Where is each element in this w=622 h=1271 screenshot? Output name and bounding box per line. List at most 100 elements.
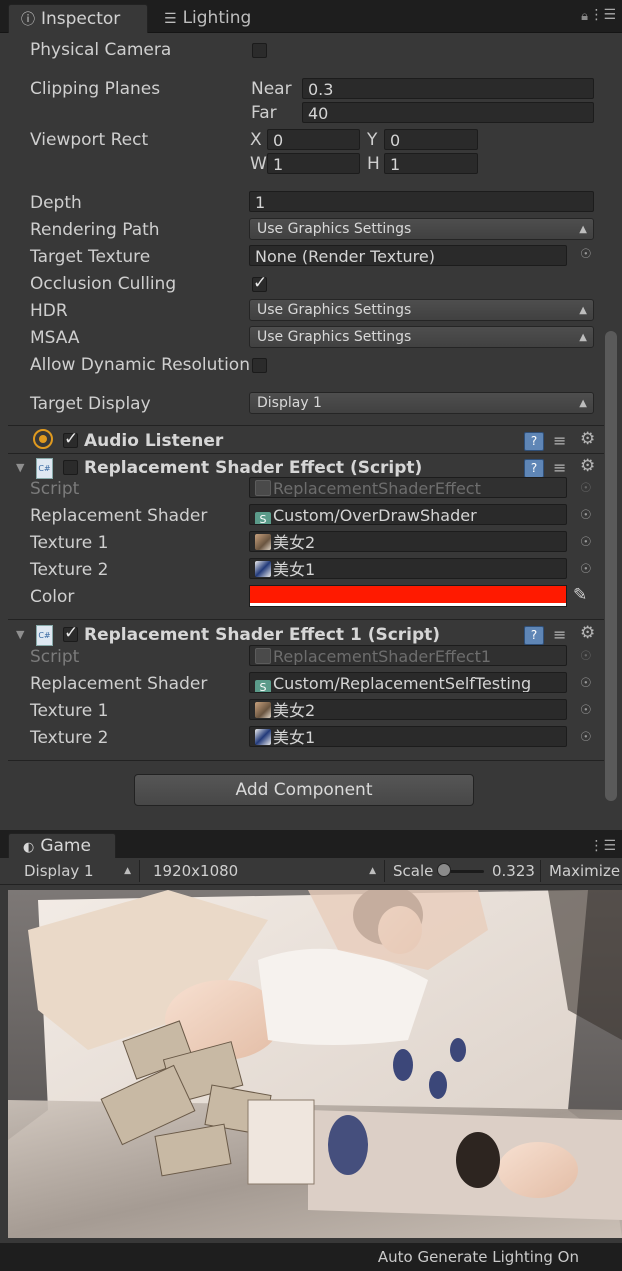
near-label: Near [251,79,292,99]
object-picker-icon[interactable]: ☉ [580,508,592,523]
physical-camera-label: Physical Camera [30,40,172,60]
viewport-w-field[interactable]: 1 [267,153,360,174]
inspector-panel: Physical Camera Clipping Planes Near 0.3… [0,33,622,828]
component2-script-value: ReplacementShaderEffect1 [273,647,492,666]
rendering-path-dropdown[interactable]: Use Graphics Settings ▲ [249,218,594,240]
rendering-path-label: Rendering Path [30,220,160,240]
target-display-dropdown[interactable]: Display 1 ▲ [249,392,594,414]
component1-tex1-field[interactable]: 美女2 [249,531,567,552]
scale-slider-handle[interactable] [437,863,451,877]
scale-label: Scale [393,862,434,880]
msaa-dropdown[interactable]: Use Graphics Settings ▲ [249,326,594,348]
tab-lighting[interactable]: ☰ Lighting [152,4,272,32]
allow-dynamic-resolution-label: Allow Dynamic Resolution [30,355,250,375]
tab-game[interactable]: ◐ Game [8,833,116,859]
panel-menu-icon[interactable]: ⋮☰ [589,838,616,854]
component2-tex1-label: Texture 1 [30,701,109,721]
divider [8,453,604,454]
script-file-icon [255,480,271,496]
color-swatch[interactable] [249,585,567,607]
object-picker-icon[interactable]: ☉ [580,676,592,691]
object-picker-icon[interactable]: ☉ [580,730,592,745]
far-field[interactable]: 40 [302,102,594,123]
gear-icon[interactable]: ⚙︎ [580,623,595,643]
preset-icon[interactable]: ≡ [553,458,566,477]
game-viewport[interactable] [8,890,622,1238]
viewport-x-field[interactable]: 0 [267,129,360,150]
audio-listener-enabled-checkbox[interactable] [63,429,78,449]
display-dropdown[interactable]: Display 1 ▲ [16,860,140,882]
depth-field[interactable]: 1 [249,191,594,212]
component2-shader-field[interactable]: S Custom/ReplacementSelfTesting [249,672,567,693]
component2-enabled-checkbox[interactable] [63,623,78,643]
component2-shader-label: Replacement Shader [30,674,208,694]
help-icon[interactable]: ? [524,459,544,478]
allow-dynamic-resolution-checkbox[interactable] [252,358,267,373]
help-icon[interactable]: ? [524,432,544,451]
scrollbar-thumb[interactable] [605,331,617,801]
help-icon[interactable]: ? [524,626,544,645]
object-picker-icon[interactable]: ☉ [580,703,592,718]
preset-icon[interactable]: ≡ [553,625,566,644]
component2-shader-value: Custom/ReplacementSelfTesting [273,674,532,693]
dropdown-arrow-icon: ▲ [579,332,587,343]
scale-value: 0.323 [492,862,535,880]
component1-enabled-checkbox[interactable] [63,460,78,475]
panel-menu-icon[interactable]: ⋮☰ [589,7,616,23]
component2-tex1-value: 美女2 [273,701,316,720]
hdr-dropdown[interactable]: Use Graphics Settings ▲ [249,299,594,321]
component1-tex2-value: 美女1 [273,560,316,579]
lock-icon[interactable]: 🔒︎ [581,9,588,24]
preset-icon[interactable]: ≡ [553,431,566,450]
object-picker-icon[interactable]: ☉ [580,535,592,550]
gear-icon[interactable]: ⚙︎ [580,456,595,476]
component1-shader-field[interactable]: S Custom/OverDrawShader [249,504,567,525]
divider [8,425,604,426]
texture-thumbnail-icon [255,561,271,577]
object-picker-icon: ☉ [580,649,592,664]
tab-game-label: Game [40,836,91,856]
csharp-script-icon: C# [36,458,53,479]
component1-tex2-label: Texture 2 [30,560,109,580]
tab-inspector[interactable]: ⓘ Inspector [8,4,148,33]
dropdown-arrow-icon: ▲ [579,224,587,235]
foldout-arrow-icon[interactable]: ▼ [16,461,24,474]
target-texture-field[interactable]: None (Render Texture) [249,245,567,266]
maximize-on-play-button[interactable]: Maximize O [540,860,622,882]
resolution-dropdown[interactable]: 1920x1080 ▲ [145,860,385,882]
object-picker-icon[interactable]: ☉ [580,562,592,577]
viewport-h-label: H [367,154,380,174]
physical-camera-checkbox[interactable] [252,43,267,58]
game-controller-icon: ◐ [23,840,35,855]
near-field[interactable]: 0.3 [302,78,594,99]
occlusion-culling-checkbox[interactable] [252,273,267,293]
status-text: Auto Generate Lighting On [377,1248,579,1266]
component1-script-label: Script [30,479,80,499]
viewport-y-field[interactable]: 0 [384,129,478,150]
depth-label: Depth [30,193,82,213]
object-picker-icon[interactable]: ☉ [580,247,592,262]
inspector-tab-bar: ⓘ Inspector ☰ Lighting 🔒︎ ⋮☰ [0,0,622,33]
audio-listener-title: Audio Listener [84,431,224,451]
texture-thumbnail-icon [255,702,271,718]
gear-icon[interactable]: ⚙︎ [580,429,595,449]
audio-listener-header[interactable]: Audio Listener ? ≡ ⚙︎ [8,429,604,455]
dropdown-arrow-icon: ▲ [369,866,376,876]
component2-tex2-label: Texture 2 [30,728,109,748]
viewport-rect-label: Viewport Rect [30,130,149,150]
component2-script-field: ReplacementShaderEffect1 [249,645,567,666]
component1-title: Replacement Shader Effect (Script) [84,458,423,478]
viewport-w-label: W [250,154,267,174]
component1-tex2-field[interactable]: 美女1 [249,558,567,579]
viewport-h-field[interactable]: 1 [384,153,478,174]
status-bar: Auto Generate Lighting On [0,1243,622,1271]
display-value: Display 1 [24,862,94,880]
occlusion-culling-label: Occlusion Culling [30,274,177,294]
eyedropper-icon[interactable]: ✎ [573,585,587,605]
component2-tex1-field[interactable]: 美女2 [249,699,567,720]
object-picker-icon: ☉ [580,481,592,496]
add-component-button[interactable]: Add Component [134,774,474,806]
foldout-arrow-icon[interactable]: ▼ [16,628,24,641]
script-file-icon [255,648,271,664]
component2-tex2-field[interactable]: 美女1 [249,726,567,747]
